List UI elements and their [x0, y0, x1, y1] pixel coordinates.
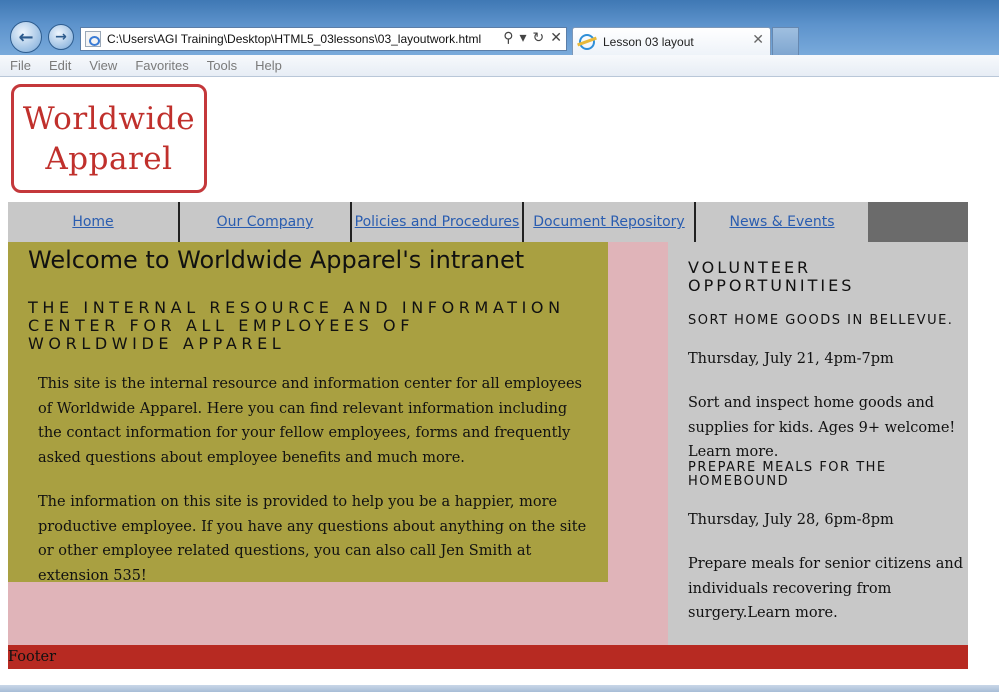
event-description-1: Sort and inspect home goods and supplies…	[688, 395, 956, 460]
menu-help[interactable]: Help	[255, 58, 282, 73]
nav-link-policies[interactable]: Policies and Procedures	[355, 214, 520, 230]
tab-title: Lesson 03 layout	[603, 34, 694, 49]
stop-icon[interactable]: ✕	[550, 30, 562, 46]
menu-file[interactable]: File	[10, 58, 31, 73]
nav-link-news[interactable]: News & Events	[729, 214, 834, 230]
close-tab-icon[interactable]: ✕	[752, 32, 764, 48]
main-section: Welcome to Worldwide Apparel's intranet …	[8, 242, 608, 584]
logo-line-1: Worldwide	[22, 100, 196, 137]
window-bottom-edge	[0, 685, 999, 692]
menu-bar: File Edit View Favorites Tools Help	[0, 55, 999, 77]
new-tab-button[interactable]	[772, 27, 799, 55]
menu-view[interactable]: View	[89, 58, 117, 73]
page-viewport: Worldwide Apparel Home Our Company Polic…	[0, 77, 999, 685]
nav-item-news: News & Events	[696, 202, 868, 242]
footer: Footer	[8, 645, 968, 669]
event-date-2: Thursday, July 28, 6pm-8pm	[688, 512, 894, 528]
page-title: Welcome to Worldwide Apparel's intranet	[28, 246, 525, 274]
nav-item-policies: Policies and Procedures	[352, 202, 524, 242]
intro-paragraph: This site is the internal resource and i…	[38, 376, 582, 466]
event-description-2: Prepare meals for senior citizens and in…	[688, 556, 963, 621]
event-date-1: Thursday, July 21, 4pm-7pm	[688, 351, 894, 367]
browser-chrome: ← → C:\Users\AGI Training\Desktop\HTML5_…	[0, 0, 999, 55]
event-title-2: Prepare meals for the homebound	[688, 460, 887, 489]
nav-link-our-company[interactable]: Our Company	[217, 214, 314, 230]
sidebar: Volunteer Opportunities Sort home goods …	[668, 242, 968, 645]
address-text[interactable]: C:\Users\AGI Training\Desktop\HTML5_03le…	[107, 32, 481, 46]
tagline: The internal resource and information ce…	[28, 298, 565, 353]
menu-favorites[interactable]: Favorites	[135, 58, 188, 73]
logo-line-2: Apparel	[45, 140, 173, 177]
menu-edit[interactable]: Edit	[49, 58, 71, 73]
content-area: Welcome to Worldwide Apparel's intranet …	[8, 242, 668, 645]
main-nav: Home Our Company Policies and Procedures…	[8, 202, 968, 242]
address-bar[interactable]: C:\Users\AGI Training\Desktop\HTML5_03le…	[80, 27, 567, 51]
menu-tools[interactable]: Tools	[207, 58, 237, 73]
sidebar-heading: Volunteer Opportunities	[688, 258, 855, 295]
nav-item-documents: Document Repository	[524, 202, 696, 242]
forward-arrow-icon[interactable]: →	[48, 24, 74, 50]
nav-item-our-company: Our Company	[180, 202, 352, 242]
tab-lesson-03[interactable]: Lesson 03 layout ✕	[572, 27, 771, 55]
ie-icon	[579, 33, 595, 50]
event-title-1: Sort home goods in Bellevue.	[688, 313, 954, 328]
footer-text: Footer	[8, 649, 57, 665]
logo: Worldwide Apparel	[11, 84, 207, 193]
dropdown-icon[interactable]: ▾	[520, 30, 527, 46]
nav-link-home[interactable]: Home	[72, 214, 113, 230]
info-paragraph: The information on this site is provided…	[38, 494, 587, 584]
nav-link-documents[interactable]: Document Repository	[533, 214, 684, 230]
refresh-icon[interactable]: ↻	[533, 30, 545, 46]
nav-item-home: Home	[8, 202, 180, 242]
page-icon	[85, 31, 101, 47]
search-icon[interactable]: ⚲	[503, 30, 513, 46]
back-arrow-icon[interactable]: ←	[10, 21, 42, 53]
